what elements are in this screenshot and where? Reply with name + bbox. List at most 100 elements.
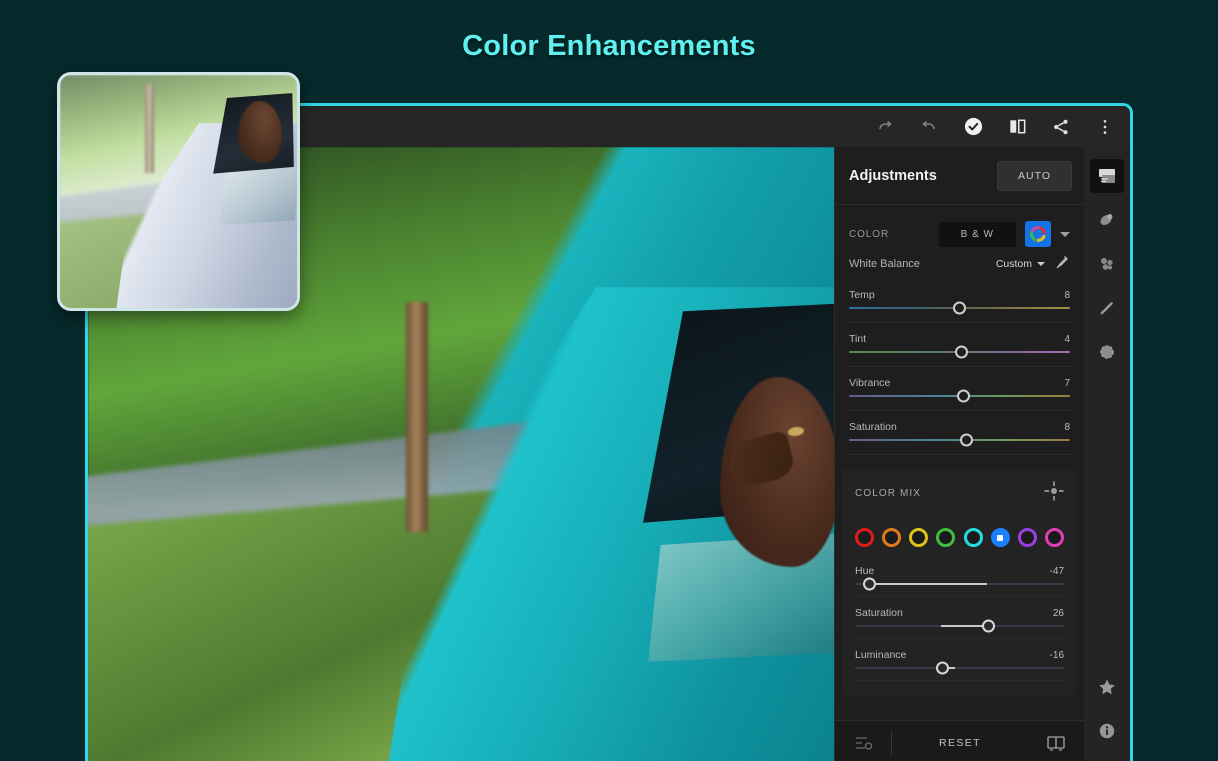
info-icon [1099, 723, 1115, 739]
white-balance-value: Custom [995, 258, 1032, 270]
slider-head: Tint 4 [849, 333, 1070, 345]
slider-label: Saturation [855, 607, 903, 619]
slider-divider [855, 638, 1064, 639]
adjustment-sliders-icon[interactable] [835, 733, 891, 753]
slider-head: Temp 8 [849, 289, 1070, 301]
thumb-glass-element [220, 167, 297, 225]
colormix-slider-saturation[interactable]: Saturation 26 [855, 607, 1064, 639]
slider-temp[interactable]: Temp 8 [849, 289, 1070, 323]
slider-knob[interactable] [955, 345, 969, 359]
sidebar-item-info[interactable] [1090, 714, 1124, 748]
slider-track[interactable] [849, 389, 1070, 403]
color-section: COLOR B & W White Balance Custom Temp 8 … [835, 205, 1084, 463]
thumb-dog-element [238, 101, 282, 163]
adjustments-panel: Adjustments AUTO COLOR B & W White Balan… [834, 147, 1084, 761]
color-swatch-green[interactable] [936, 528, 956, 547]
undo-icon[interactable] [918, 116, 940, 138]
screenshot-root: Color Enhancements Adjustments AUTO COLO… [0, 0, 1218, 761]
share-icon[interactable] [1050, 116, 1072, 138]
slider-track[interactable] [849, 301, 1070, 315]
slider-value: 8 [1064, 422, 1070, 433]
tool-rail [1084, 147, 1130, 761]
auto-button[interactable]: AUTO [997, 160, 1072, 191]
slider-divider [855, 596, 1064, 597]
white-balance-dropdown[interactable]: Custom [996, 258, 1045, 270]
slider-head: Hue -47 [855, 565, 1064, 577]
colormix-slider-hue[interactable]: Hue -47 [855, 565, 1064, 597]
slider-track[interactable] [849, 345, 1070, 359]
slider-knob[interactable] [982, 619, 996, 633]
chevron-down-icon[interactable] [1060, 231, 1070, 237]
color-mix-swatches [855, 528, 1064, 547]
target-selector-icon[interactable] [1044, 481, 1064, 506]
bw-toggle-button[interactable]: B & W [938, 221, 1016, 247]
slider-track[interactable] [849, 433, 1070, 447]
redo-icon[interactable] [874, 116, 896, 138]
color-swatch-orange[interactable] [882, 528, 902, 547]
slider-knob[interactable] [936, 661, 950, 675]
photo-post-element [406, 302, 428, 532]
star-icon [1099, 679, 1115, 695]
slider-divider [855, 680, 1064, 681]
slider-divider [849, 322, 1070, 323]
slider-tint[interactable]: Tint 4 [849, 333, 1070, 367]
compare-split-icon[interactable] [1028, 735, 1084, 751]
white-balance-label: White Balance [849, 258, 920, 270]
color-swatch-magenta[interactable] [1044, 528, 1064, 547]
color-swatch-purple[interactable] [1017, 528, 1037, 547]
sidebar-item-healing[interactable] [1090, 247, 1124, 281]
slider-knob[interactable] [863, 577, 877, 591]
slider-value: 7 [1064, 378, 1070, 389]
color-mix-sliders-group: Hue -47 Saturation 26 Luminance -16 [855, 565, 1064, 681]
slider-head: Saturation 26 [855, 607, 1064, 619]
color-swatch-yellow[interactable] [909, 528, 929, 547]
thumb-post-element [145, 85, 154, 173]
slider-head: Saturation 8 [849, 421, 1070, 433]
eyedropper-icon[interactable] [1054, 254, 1070, 275]
slider-knob[interactable] [953, 301, 966, 315]
sidebar-item-retouch[interactable] [1090, 291, 1124, 325]
slider-head: Luminance -16 [855, 649, 1064, 661]
slider-head: Vibrance 7 [849, 377, 1070, 389]
slider-knob[interactable] [957, 389, 971, 403]
slider-value: 4 [1064, 334, 1070, 345]
color-swatch-red[interactable] [855, 528, 874, 547]
panel-footer: RESET [835, 720, 1084, 761]
white-balance-row: White Balance Custom [849, 249, 1070, 279]
slider-label: Luminance [855, 649, 907, 661]
colormix-slider-luminance[interactable]: Luminance -16 [855, 649, 1064, 681]
slider-knob[interactable] [959, 433, 973, 447]
slider-label: Temp [849, 289, 875, 301]
color-row: COLOR B & W [849, 219, 1070, 249]
panel-header: Adjustments AUTO [835, 147, 1084, 205]
before-after-icon[interactable] [1006, 116, 1028, 138]
color-swatch-aqua[interactable] [963, 528, 983, 547]
slider-label: Saturation [849, 421, 897, 433]
more-options-icon[interactable] [1094, 116, 1116, 138]
slider-track[interactable] [855, 619, 1064, 633]
reset-button[interactable]: RESET [892, 737, 1028, 749]
slider-divider [849, 410, 1070, 411]
slider-value: -47 [1049, 566, 1064, 577]
slider-label: Vibrance [849, 377, 891, 389]
before-preview-thumbnail[interactable] [57, 72, 300, 311]
slider-saturation[interactable]: Saturation 8 [849, 421, 1070, 455]
color-swatch-blue[interactable] [990, 528, 1010, 547]
color-mix-title: COLOR MIX [855, 488, 922, 499]
slider-vibrance[interactable]: Vibrance 7 [849, 377, 1070, 411]
sidebar-item-favorite[interactable] [1090, 670, 1124, 704]
color-wheel-icon[interactable] [1025, 221, 1051, 247]
slider-track[interactable] [855, 661, 1064, 675]
slider-value: 26 [1052, 608, 1064, 619]
brush-retouch-icon [1100, 302, 1113, 315]
sidebar-item-crop[interactable] [1090, 203, 1124, 237]
sidebar-item-adjustments[interactable] [1090, 159, 1124, 193]
color-mix-section: COLOR MIX Hue -47 Saturation 26 Luminance -16 [843, 469, 1076, 695]
healing-icon [1101, 258, 1113, 270]
color-mix-header: COLOR MIX [855, 481, 1064, 506]
slider-label: Hue [855, 565, 875, 577]
check-circle-icon[interactable] [962, 116, 984, 138]
sidebar-item-masking[interactable] [1090, 335, 1124, 369]
crop-rotate-icon [1100, 214, 1113, 225]
slider-track[interactable] [855, 577, 1064, 591]
